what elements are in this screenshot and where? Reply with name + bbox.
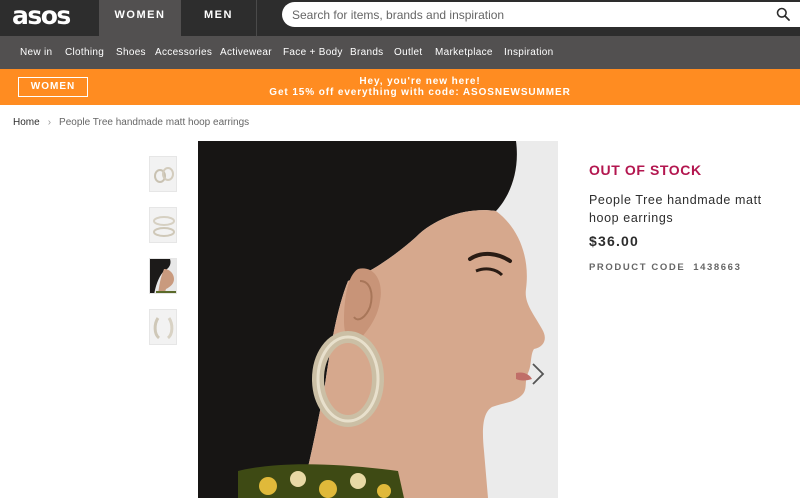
product-price: $36.00 [589,233,640,249]
nav-item-outlet[interactable]: Outlet [394,36,422,69]
breadcrumb-current: People Tree handmade matt hoop earrings [59,117,250,128]
thumbnail-2[interactable] [149,207,177,243]
hoop-earrings-image [150,157,176,191]
search-input[interactable] [292,6,762,23]
product-code-label: PRODUCT CODE [589,262,686,273]
nav-item-inspiration[interactable]: Inspiration [504,36,553,69]
promo-banner[interactable]: WOMEN Hey, you're new here! Get 15% off … [0,69,800,105]
breadcrumb-home[interactable]: Home [13,117,40,128]
search-bar [282,2,800,27]
chevron-right-icon[interactable] [528,360,548,388]
tab-men[interactable]: MEN [181,0,257,36]
nav-item-shoes[interactable]: Shoes [116,36,146,69]
product-code-value: 1438663 [693,262,742,273]
breadcrumb-separator: › [47,117,52,128]
category-nav: New in Clothing Shoes Accessories Active… [0,36,800,69]
breadcrumb: Home › People Tree handmade matt hoop earr… [13,117,249,128]
product-title: People Tree handmade matt hoop earrings [589,193,762,225]
thumbnail-1[interactable] [149,156,177,192]
thumbnail-4[interactable] [149,309,177,345]
tab-women[interactable]: WOMEN [99,0,181,36]
hoop-earrings-flat-image [150,208,176,242]
nav-item-accessories[interactable]: Accessories [155,36,212,69]
promo-message: Hey, you're new here! Get 15% off everyt… [250,76,590,98]
hoop-earrings-detail-image [150,310,176,344]
search-icon[interactable] [776,7,790,21]
model-profile-image [150,259,176,293]
model-wearing-hoop-earrings [198,141,558,498]
nav-item-new-in[interactable]: New in [20,36,52,69]
asos-logo[interactable]: asos [0,0,99,36]
promo-women-button[interactable]: WOMEN [18,77,88,97]
thumbnail-3[interactable] [149,258,177,294]
nav-item-activewear[interactable]: Activewear [220,36,272,69]
out-of-stock-label: OUT OF STOCK [589,162,702,178]
main-product-image [198,141,558,498]
nav-item-brands[interactable]: Brands [350,36,384,69]
nav-item-clothing[interactable]: Clothing [65,36,104,69]
promo-line-1: Hey, you're new here! [359,76,481,87]
top-header: asos WOMEN MEN [0,0,800,36]
nav-item-face-body[interactable]: Face + Body [283,36,343,69]
nav-item-marketplace[interactable]: Marketplace [435,36,493,69]
product-code: PRODUCT CODE 1438663 [589,262,741,273]
promo-line-2: Get 15% off everything with code: ASOSNE… [269,87,571,98]
